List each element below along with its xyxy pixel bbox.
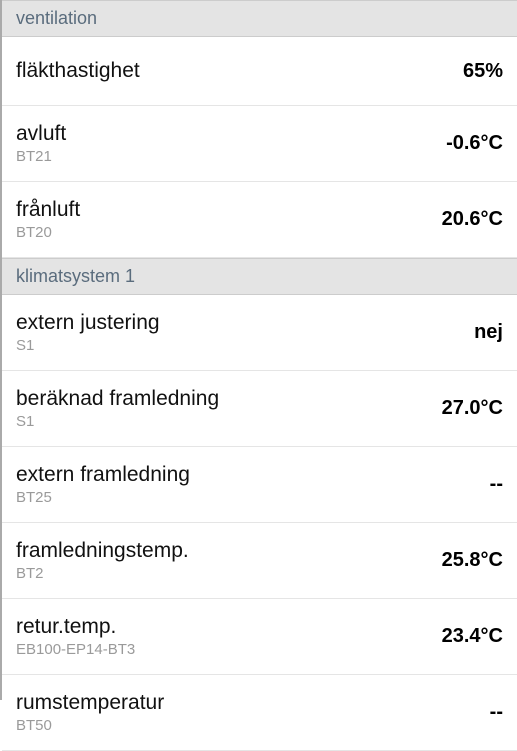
row-label: framledningstemp. xyxy=(16,539,189,563)
row-value: 20.6°C xyxy=(442,208,503,231)
row-value: -- xyxy=(490,701,503,724)
row-value: 65% xyxy=(463,60,503,83)
row-room-temp[interactable]: rumstemperatur BT50 -- xyxy=(2,675,517,751)
row-label: beräknad framledning xyxy=(16,387,219,411)
row-label: rumstemperatur xyxy=(16,691,164,715)
row-sublabel: BT25 xyxy=(16,489,190,506)
row-exhaust-air[interactable]: avluft BT21 -0.6°C xyxy=(2,106,517,182)
row-label: extern framledning xyxy=(16,463,190,487)
row-sublabel: EB100-EP14-BT3 xyxy=(16,641,135,658)
row-left: extern framledning BT25 xyxy=(16,463,190,506)
row-left: beräknad framledning S1 xyxy=(16,387,219,430)
row-sublabel: BT50 xyxy=(16,717,164,734)
row-left: frånluft BT20 xyxy=(16,198,80,241)
row-external-supply[interactable]: extern framledning BT25 -- xyxy=(2,447,517,523)
row-extract-air[interactable]: frånluft BT20 20.6°C xyxy=(2,182,517,258)
row-value: 27.0°C xyxy=(442,397,503,420)
row-value: 23.4°C xyxy=(442,625,503,648)
row-label: frånluft xyxy=(16,198,80,222)
row-sublabel: S1 xyxy=(16,337,160,354)
row-fan-speed[interactable]: fläkthastighet 65% xyxy=(2,37,517,106)
row-sublabel: BT2 xyxy=(16,565,189,582)
row-sublabel: BT21 xyxy=(16,148,66,165)
row-left: framledningstemp. BT2 xyxy=(16,539,189,582)
row-left: extern justering S1 xyxy=(16,311,160,354)
row-left: rumstemperatur BT50 xyxy=(16,691,164,734)
row-sublabel: S1 xyxy=(16,413,219,430)
row-value: 25.8°C xyxy=(442,549,503,572)
section-header-climate1: klimatsystem 1 xyxy=(2,258,517,295)
row-label: extern justering xyxy=(16,311,160,335)
row-label: avluft xyxy=(16,122,66,146)
row-label: retur.temp. xyxy=(16,615,135,639)
row-supply-temp[interactable]: framledningstemp. BT2 25.8°C xyxy=(2,523,517,599)
row-sublabel: BT20 xyxy=(16,224,80,241)
row-return-temp[interactable]: retur.temp. EB100-EP14-BT3 23.4°C xyxy=(2,599,517,675)
row-external-adjustment[interactable]: extern justering S1 nej xyxy=(2,295,517,371)
row-left: fläkthastighet xyxy=(16,59,140,83)
row-left: retur.temp. EB100-EP14-BT3 xyxy=(16,615,135,658)
row-value: nej xyxy=(474,321,503,344)
row-calculated-supply[interactable]: beräknad framledning S1 27.0°C xyxy=(2,371,517,447)
row-left: avluft BT21 xyxy=(16,122,66,165)
row-label: fläkthastighet xyxy=(16,59,140,83)
row-value: -- xyxy=(490,473,503,496)
row-value: -0.6°C xyxy=(446,132,503,155)
section-header-ventilation: ventilation xyxy=(2,0,517,37)
